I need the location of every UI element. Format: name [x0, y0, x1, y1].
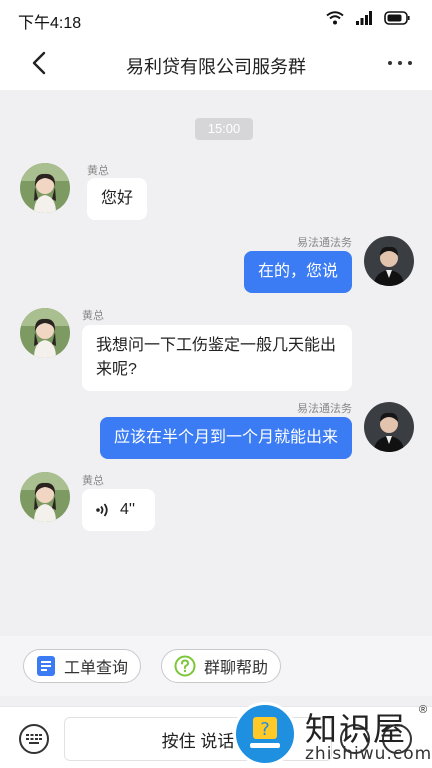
more-icon[interactable] [388, 51, 412, 75]
watermark-domain: zhishiwu.com [305, 744, 432, 764]
voice-duration: 4'' [120, 501, 136, 518]
sender-name: 黄总 [87, 165, 109, 177]
status-bar: 下午4:18 [0, 0, 432, 36]
avatar[interactable] [364, 402, 414, 452]
message-bubble[interactable]: 您好 [87, 178, 148, 220]
keyboard-icon[interactable] [19, 724, 49, 754]
work-order-query-button[interactable]: 工单查询 [23, 649, 142, 683]
chat-area[interactable]: 15:00 黄总 您好 易法通法务 在的，您说 黄总 我想问一下工伤鉴定一般几天… [0, 90, 432, 636]
avatar[interactable] [20, 163, 70, 213]
quick-actions-bar: 工单查询 群聊帮助 [0, 636, 432, 696]
message-bubble[interactable]: 应该在半个月到一个月就能出来 [99, 417, 352, 459]
voice-message-bubble[interactable]: 4'' [82, 489, 155, 531]
question-icon [174, 655, 196, 677]
watermark-logo: ? [233, 702, 297, 766]
time-label: 15:00 [195, 118, 253, 140]
avatar[interactable] [20, 472, 70, 522]
signal-icon [356, 11, 372, 25]
sender-name: 易法通法务 [297, 237, 352, 249]
sender-name: 易法通法务 [297, 403, 352, 415]
wifi-icon [326, 11, 344, 25]
message-bubble[interactable]: 我想问一下工伤鉴定一般几天能出来呢? [82, 325, 352, 391]
nav-bar: 易利贷有限公司服务群 [0, 36, 432, 90]
document-icon [37, 656, 55, 676]
sender-name: 黄总 [82, 475, 104, 487]
sender-name: 黄总 [82, 310, 104, 322]
status-icons [326, 11, 410, 25]
message-bubble[interactable]: 在的，您说 [243, 251, 352, 293]
watermark: ? 知识屋 ® zhishiwu.com [233, 700, 432, 768]
group-help-button[interactable]: 群聊帮助 [161, 649, 282, 683]
voice-wave-icon [96, 503, 108, 517]
watermark-reg-mark: ® [419, 704, 428, 716]
quick-action-label: 群聊帮助 [204, 660, 269, 677]
watermark-logo-mark: ? [260, 719, 270, 740]
quick-action-label: 工单查询 [64, 660, 129, 677]
battery-icon [384, 11, 410, 25]
status-time: 下午4:18 [18, 15, 82, 32]
avatar[interactable] [364, 236, 414, 286]
page-title: 易利贷有限公司服务群 [126, 57, 306, 77]
avatar[interactable] [20, 308, 70, 358]
